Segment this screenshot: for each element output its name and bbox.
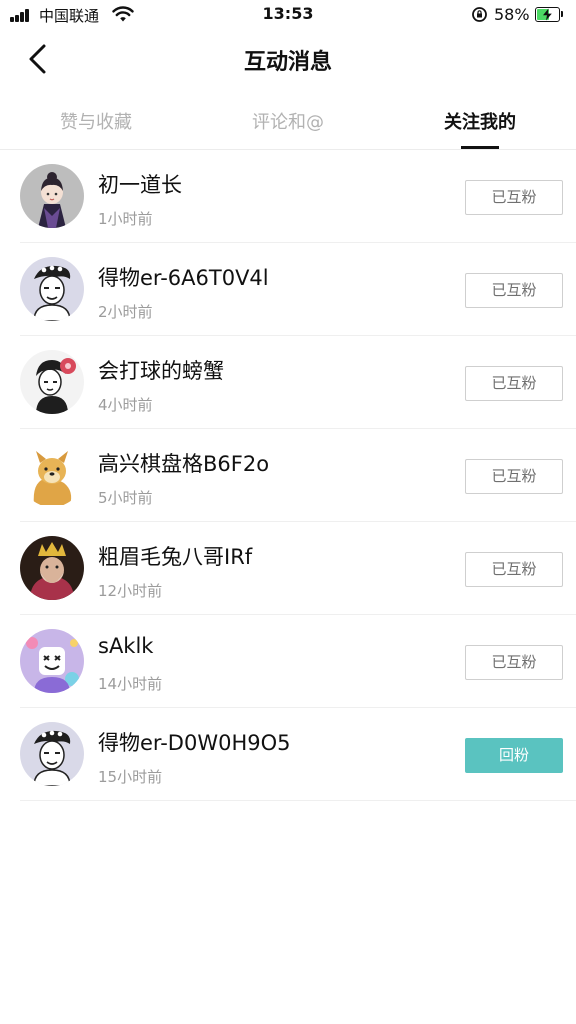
costume-avatar[interactable] <box>20 536 84 600</box>
follow-time: 2小时前 <box>98 303 153 321</box>
follower-list: 初一道长 1小时前 已互粉 得物er-6A6T0V4l 2小时前 已互粉 会打球… <box>0 150 576 801</box>
follower-name: 粗眉毛兔八哥IRf <box>98 545 253 569</box>
cartoon-avatar[interactable] <box>20 350 84 414</box>
active-tab-indicator <box>461 146 499 149</box>
rotation-lock-icon <box>472 7 487 22</box>
mutual-follow-button[interactable]: 已互粉 <box>465 552 563 587</box>
mutual-follow-button[interactable]: 已互粉 <box>465 180 563 215</box>
follow-time: 4小时前 <box>98 396 153 414</box>
marshmello-avatar[interactable] <box>20 629 84 693</box>
list-item[interactable]: 会打球的螃蟹 4小时前 已互粉 <box>20 336 576 429</box>
battery-percent: 58% <box>494 5 530 24</box>
follower-name: 初一道长 <box>98 173 182 197</box>
tab-likes-favorites[interactable]: 赞与收藏 <box>0 108 192 134</box>
list-item[interactable]: 得物er-D0W0H9O5 15小时前 回粉 <box>20 708 576 801</box>
nav-bar: 互动消息 <box>0 30 576 88</box>
dog-avatar[interactable] <box>20 443 84 507</box>
girl-avatar[interactable] <box>20 164 84 228</box>
list-item[interactable]: 初一道长 1小时前 已互粉 <box>20 150 576 243</box>
follow-time: 12小时前 <box>98 582 163 600</box>
clock: 13:53 <box>262 4 314 23</box>
mutual-follow-button[interactable]: 已互粉 <box>465 366 563 401</box>
follow-time: 15小时前 <box>98 768 163 786</box>
follower-name: 得物er-6A6T0V4l <box>98 266 269 290</box>
page-title: 互动消息 <box>243 50 332 75</box>
tab-followers[interactable]: 关注我的 <box>384 108 576 134</box>
follower-name: 得物er-D0W0H9O5 <box>98 731 291 755</box>
follower-name: 会打球的螃蟹 <box>98 359 224 383</box>
tab-bar: 赞与收藏 评论和@ 关注我的 <box>0 96 576 150</box>
mutual-follow-button[interactable]: 已互粉 <box>465 459 563 494</box>
follow-time: 14小时前 <box>98 675 163 693</box>
mutual-follow-button[interactable]: 已互粉 <box>465 273 563 308</box>
default-avatar[interactable] <box>20 722 84 786</box>
list-item[interactable]: 粗眉毛兔八哥IRf 12小时前 已互粉 <box>20 522 576 615</box>
follower-name: sAklk <box>98 634 154 658</box>
follow-time: 5小时前 <box>98 489 153 507</box>
charging-bolt-icon <box>543 8 552 21</box>
status-bar: 中国联通 13:53 58% <box>0 0 576 30</box>
follow-back-button[interactable]: 回粉 <box>465 738 563 773</box>
battery-tip <box>561 11 563 17</box>
list-item[interactable]: 得物er-6A6T0V4l 2小时前 已互粉 <box>20 243 576 336</box>
list-item[interactable]: sAklk 14小时前 已互粉 <box>20 615 576 708</box>
list-item[interactable]: 高兴棋盘格B6F2o 5小时前 已互粉 <box>20 429 576 522</box>
tab-comments-mentions[interactable]: 评论和@ <box>192 108 384 134</box>
mutual-follow-button[interactable]: 已互粉 <box>465 645 563 680</box>
follower-name: 高兴棋盘格B6F2o <box>98 452 270 476</box>
follow-time: 1小时前 <box>98 210 153 228</box>
default-avatar[interactable] <box>20 257 84 321</box>
